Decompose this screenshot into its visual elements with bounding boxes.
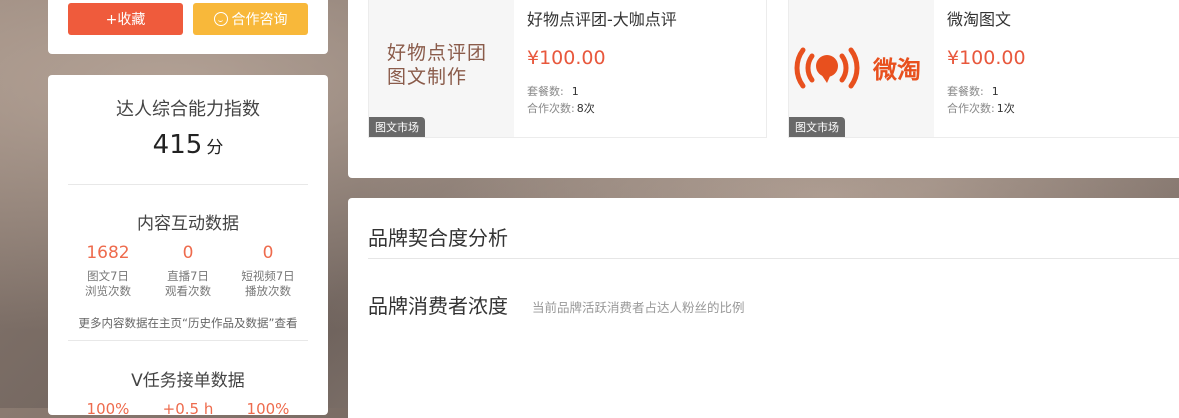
- weitao-logo-text: 微淘: [872, 56, 921, 84]
- ability-index-title: 达人综合能力指数: [116, 99, 260, 120]
- product-title[interactable]: 好物点评团-大咖点评: [527, 6, 677, 30]
- collect-button[interactable]: +收藏: [68, 3, 183, 35]
- divider: [368, 258, 1179, 259]
- content-data-title: 内容互动数据: [137, 214, 239, 234]
- stat-value: 0: [262, 243, 274, 263]
- thumbnail-text-line: 好物点评团: [387, 42, 488, 64]
- brand-analysis-panel: 品牌契合度分析 品牌消费者浓度 当前品牌活跃消费者占达人粉丝的比例: [348, 198, 1179, 418]
- cooperation-count-label: 合作次数:: [527, 102, 575, 115]
- cooperation-count-value: 8次: [576, 102, 595, 115]
- stat-label: 短视频7日 播放次数: [228, 269, 308, 299]
- stat-label: 图文7日 浏览次数: [68, 269, 148, 299]
- ability-score-value: 415: [152, 130, 203, 160]
- stat-label-line: 图文7日: [87, 269, 129, 283]
- brand-fit-title: 品牌契合度分析: [368, 226, 508, 250]
- service-products-panel: 好物点评团 图文制作 图文市场 好物点评团-大咖点评 ¥100.00 套餐数: 1…: [348, 0, 1179, 178]
- cooperation-count: 合作次数: 1次: [947, 100, 1015, 116]
- package-count: 套餐数: 1: [527, 83, 579, 99]
- cooperation-count-label: 合作次数:: [947, 102, 995, 115]
- consumer-concentration-desc: 当前品牌活跃消费者占达人粉丝的比例: [532, 300, 745, 315]
- more-data-note: 更多内容数据在主页“历史作品及数据”查看: [78, 316, 298, 330]
- ability-score: 415 分: [48, 130, 328, 160]
- market-badge: 图文市场: [369, 117, 425, 137]
- package-count-label: 套餐数:: [527, 85, 564, 98]
- v-task-value: 100%: [246, 400, 290, 418]
- consult-button-label: 合作咨询: [231, 12, 288, 28]
- weitao-logo-icon: 微淘: [794, 47, 921, 89]
- thumbnail-text-line: 图文制作: [387, 66, 468, 88]
- v-task-stats-row: 100% +0.5 h 100%: [68, 400, 308, 418]
- stat-label-line: 直播7日: [167, 269, 209, 283]
- v-task-value: 100%: [86, 400, 130, 418]
- product-thumbnail[interactable]: 好物点评团 图文制作 图文市场: [369, 0, 514, 137]
- thumbnail-text: 好物点评团 图文制作: [387, 41, 487, 89]
- stat-value: 0: [182, 243, 194, 263]
- content-stats-row: 1682 图文7日 浏览次数 0 直播7日 观看次数 0 短视频7日 播放次数: [68, 243, 308, 299]
- product-price: ¥100.00: [947, 47, 1026, 69]
- collect-button-label: +收藏: [105, 12, 146, 28]
- smile-icon: [213, 12, 228, 26]
- stat-video-plays: 0 短视频7日 播放次数: [228, 243, 308, 299]
- v-task-value: +0.5 h: [162, 400, 214, 418]
- divider: [68, 340, 308, 341]
- consult-button[interactable]: 合作咨询: [193, 3, 308, 35]
- cooperation-count-value: 1次: [996, 102, 1015, 115]
- product-thumbnail[interactable]: 微淘 图文市场: [789, 0, 934, 137]
- consumer-concentration-title: 品牌消费者浓度: [368, 294, 508, 318]
- stat-value: 1682: [86, 243, 130, 263]
- product-title[interactable]: 微淘图文: [947, 6, 1011, 30]
- stat-label-line: 短视频7日: [241, 269, 295, 283]
- stat-live-views: 0 直播7日 观看次数: [148, 243, 228, 299]
- product-card[interactable]: 好物点评团 图文制作 图文市场 好物点评团-大咖点评 ¥100.00 套餐数: 1…: [368, 0, 767, 138]
- stat-label-line: 浏览次数: [85, 284, 131, 298]
- cooperation-count: 合作次数: 8次: [527, 100, 595, 116]
- product-card[interactable]: 微淘 图文市场 微淘图文 ¥100.00 套餐数: 1 合作次数: 1次: [788, 0, 1179, 138]
- action-card: +收藏 合作咨询: [48, 0, 328, 54]
- market-badge: 图文市场: [789, 117, 845, 137]
- ability-score-unit: 分: [206, 138, 224, 158]
- stat-label-line: 播放次数: [245, 284, 291, 298]
- influencer-stats-card: 达人综合能力指数 415 分 内容互动数据 1682 图文7日 浏览次数 0 直播…: [48, 75, 328, 418]
- product-price: ¥100.00: [527, 47, 606, 69]
- package-count-value: 1: [571, 85, 579, 98]
- v-task-title: V任务接单数据: [131, 371, 245, 391]
- stat-label: 直播7日 观看次数: [148, 269, 228, 299]
- stat-article-views: 1682 图文7日 浏览次数: [68, 243, 148, 299]
- package-count-label: 套餐数:: [947, 85, 984, 98]
- stat-label-line: 观看次数: [165, 284, 211, 298]
- package-count-value: 1: [991, 85, 999, 98]
- divider: [68, 184, 308, 185]
- package-count: 套餐数: 1: [947, 83, 999, 99]
